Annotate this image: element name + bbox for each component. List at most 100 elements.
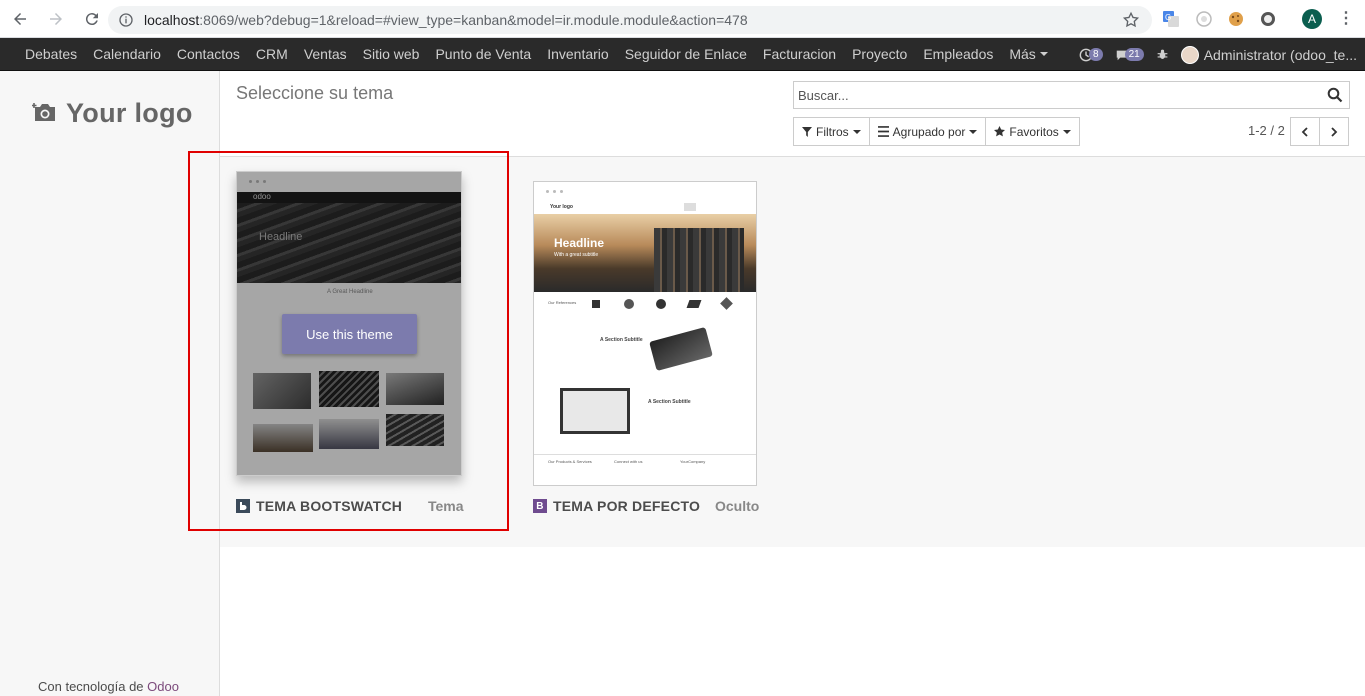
browser-toolbar: localhost:8069/web?debug=1&reload=#view_… — [0, 0, 1365, 38]
back-icon[interactable] — [4, 3, 36, 35]
browser-menu-icon[interactable]: ⋮ — [1338, 10, 1354, 28]
favorites-button[interactable]: Favoritos — [985, 117, 1080, 146]
menu-crm[interactable]: CRM — [248, 46, 296, 62]
menu-punto-de-venta[interactable]: Punto de Venta — [427, 46, 539, 62]
preview-footer-col3: YourCompany — [680, 459, 706, 464]
chevron-right-icon — [1331, 126, 1338, 137]
chevron-left-icon — [1301, 126, 1308, 137]
odoo-link[interactable]: Odoo — [147, 679, 179, 694]
caret-down-icon — [969, 129, 978, 134]
circle-extension-icon[interactable] — [1259, 10, 1277, 28]
theme-name: B TEMA POR DEFECTO — [533, 498, 700, 514]
theme-name: TEMA BOOTSWATCH — [236, 498, 402, 514]
menu-facturacion[interactable]: Facturacion — [755, 46, 844, 62]
address-bar[interactable]: localhost:8069/web?debug=1&reload=#view_… — [108, 6, 1152, 34]
powered-prefix: Con tecnología de — [38, 679, 144, 694]
search-icon[interactable] — [1327, 87, 1343, 103]
forward-icon[interactable] — [40, 3, 72, 35]
star-icon — [994, 126, 1006, 137]
bootswatch-icon — [236, 499, 250, 513]
group-by-button[interactable]: Agrupado por — [868, 117, 987, 146]
message-badge: 21 — [1124, 48, 1144, 61]
preview-navbar: Your logo — [534, 202, 756, 214]
filter-icon — [802, 126, 812, 137]
menu-contactos[interactable]: Contactos — [169, 46, 248, 62]
menu-calendario[interactable]: Calendario — [85, 46, 169, 62]
pager-value[interactable]: 1-2 / 2 — [1248, 123, 1285, 138]
preview-body: Our References A Section Subtitle A Sect… — [534, 292, 756, 485]
preview-footer-col1: Our Products & Services — [548, 459, 592, 464]
menu-debates[interactable]: Debates — [17, 46, 85, 62]
filters-button[interactable]: Filtros — [793, 117, 870, 146]
menu-empleados[interactable]: Empleados — [915, 46, 1001, 62]
theme-card-bootswatch[interactable]: odoo Headline A Great Headline Use this … — [236, 171, 464, 514]
company-logo[interactable]: Your logo — [20, 89, 198, 137]
theme-state: Oculto — [715, 498, 760, 514]
user-name: Administrator (odoo_te... — [1203, 46, 1357, 63]
preview-phone-image — [649, 327, 713, 371]
url-text: localhost:8069/web?debug=1&reload=#view_… — [144, 12, 748, 28]
svg-text:G: G — [1165, 13, 1171, 22]
filters-label: Filtros — [816, 124, 849, 139]
pager-previous-button[interactable] — [1290, 117, 1320, 146]
menu-mas[interactable]: Más — [1001, 46, 1055, 62]
preview-ref-logo-3 — [656, 299, 666, 309]
main-navbar: Debates Calendario Contactos CRM Ventas … — [0, 38, 1365, 71]
powered-by: Con tecnología de Odoo — [38, 679, 179, 694]
kanban-view: odoo Headline A Great Headline Use this … — [220, 157, 1365, 547]
theme-preview-bootswatch: odoo Headline A Great Headline Use this … — [236, 171, 462, 476]
theme-name-label: TEMA POR DEFECTO — [553, 498, 701, 514]
activity-menu[interactable]: 8 — [1079, 48, 1103, 62]
menu-mas-label: Más — [1009, 46, 1036, 62]
bootstrap-icon: B — [533, 499, 547, 513]
menu-inventario[interactable]: Inventario — [539, 46, 616, 62]
user-avatar — [1180, 45, 1199, 64]
theme-card-default[interactable]: Your logo Headline With a great subtitle… — [533, 181, 759, 521]
page-title: Seleccione su tema — [236, 83, 394, 103]
messaging-menu[interactable]: 21 — [1115, 48, 1144, 62]
preview-hero-image: Headline With a great subtitle — [534, 214, 756, 292]
translate-extension-icon[interactable]: G — [1162, 10, 1180, 28]
preview-nav-home — [684, 203, 696, 211]
cookie-extension-icon[interactable] — [1227, 10, 1245, 28]
preview-references: Our References — [548, 300, 577, 305]
logo-text: Your logo — [66, 97, 193, 128]
pager-next-button[interactable] — [1319, 117, 1349, 146]
profile-avatar[interactable]: A — [1302, 9, 1322, 29]
theme-name-label: TEMA BOOTSWATCH — [256, 498, 403, 514]
preview-ref-logo-1 — [592, 300, 600, 308]
preview-ref-logo-2 — [624, 299, 634, 309]
search-options: Filtros Agrupado por Favoritos — [793, 117, 1080, 146]
user-menu[interactable]: Administrator (odoo_te... — [1180, 45, 1357, 64]
preview-monitor-image — [560, 388, 630, 434]
menu-seguidor-de-enlace[interactable]: Seguidor de Enlace — [617, 46, 755, 62]
caret-down-icon — [1039, 52, 1048, 56]
info-icon[interactable] — [118, 12, 134, 28]
preview-city-skyline — [654, 228, 744, 292]
preview-brand: Your logo — [550, 204, 573, 210]
debug-bug-icon[interactable] — [1156, 48, 1169, 61]
activity-badge: 8 — [1089, 48, 1103, 61]
control-panel: Seleccione su tema Filtros Agrupado por … — [220, 71, 1365, 157]
theme-preview-default: Your logo Headline With a great subtitle… — [533, 181, 757, 486]
caret-down-icon — [852, 129, 861, 134]
preview-window-bar — [534, 182, 756, 202]
menu-proyecto[interactable]: Proyecto — [844, 46, 915, 62]
preview-subheadline: With a great subtitle — [554, 252, 599, 258]
use-this-theme-button[interactable]: Use this theme — [282, 314, 417, 354]
search-input[interactable] — [794, 82, 1314, 108]
preview-footer-divider — [534, 454, 756, 455]
preview-section2: A Section Subtitle — [648, 399, 691, 405]
sidebar: Your logo Con tecnología de Odoo — [0, 71, 220, 696]
preview-footer-col2: Connect with us — [614, 459, 643, 464]
caret-down-icon — [1062, 129, 1071, 134]
menu-sitio-web[interactable]: Sitio web — [355, 46, 428, 62]
preview-headline: Headline — [554, 236, 605, 250]
bookmark-star-icon[interactable] — [1122, 11, 1140, 29]
preview-ref-logo-5 — [720, 297, 733, 310]
reload-icon[interactable] — [76, 3, 108, 35]
extension-icon[interactable] — [1195, 10, 1213, 28]
menu-ventas[interactable]: Ventas — [296, 46, 355, 62]
camera-icon — [32, 103, 55, 121]
preview-ref-logo-4 — [686, 300, 702, 308]
